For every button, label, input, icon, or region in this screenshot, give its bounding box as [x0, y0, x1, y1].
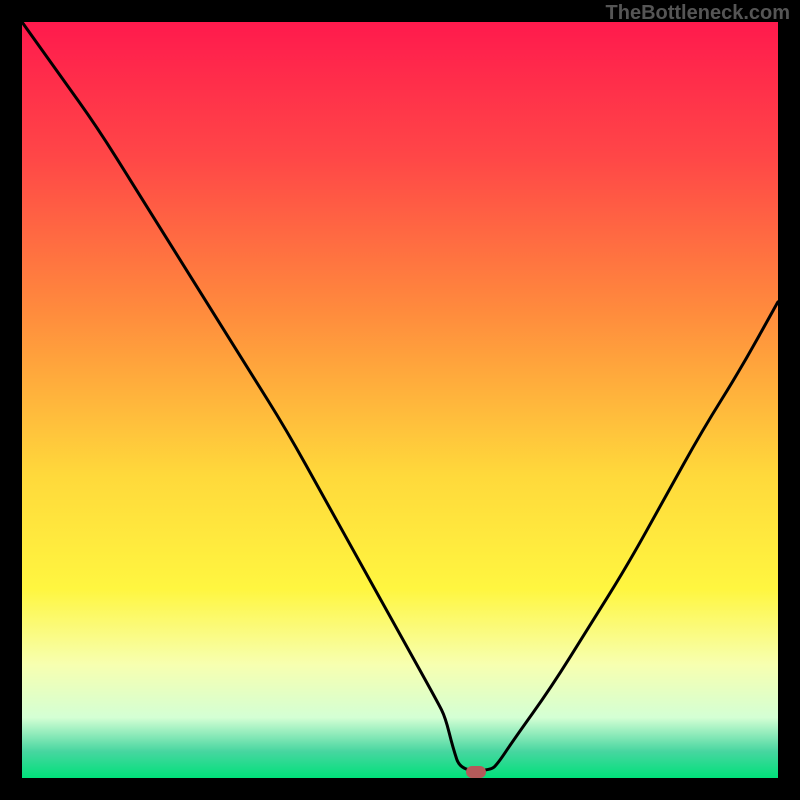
chart-background [22, 22, 778, 778]
chart-area [22, 22, 778, 778]
chart-svg [22, 22, 778, 778]
chart-marker [466, 766, 486, 778]
watermark-text: TheBottleneck.com [606, 2, 790, 25]
